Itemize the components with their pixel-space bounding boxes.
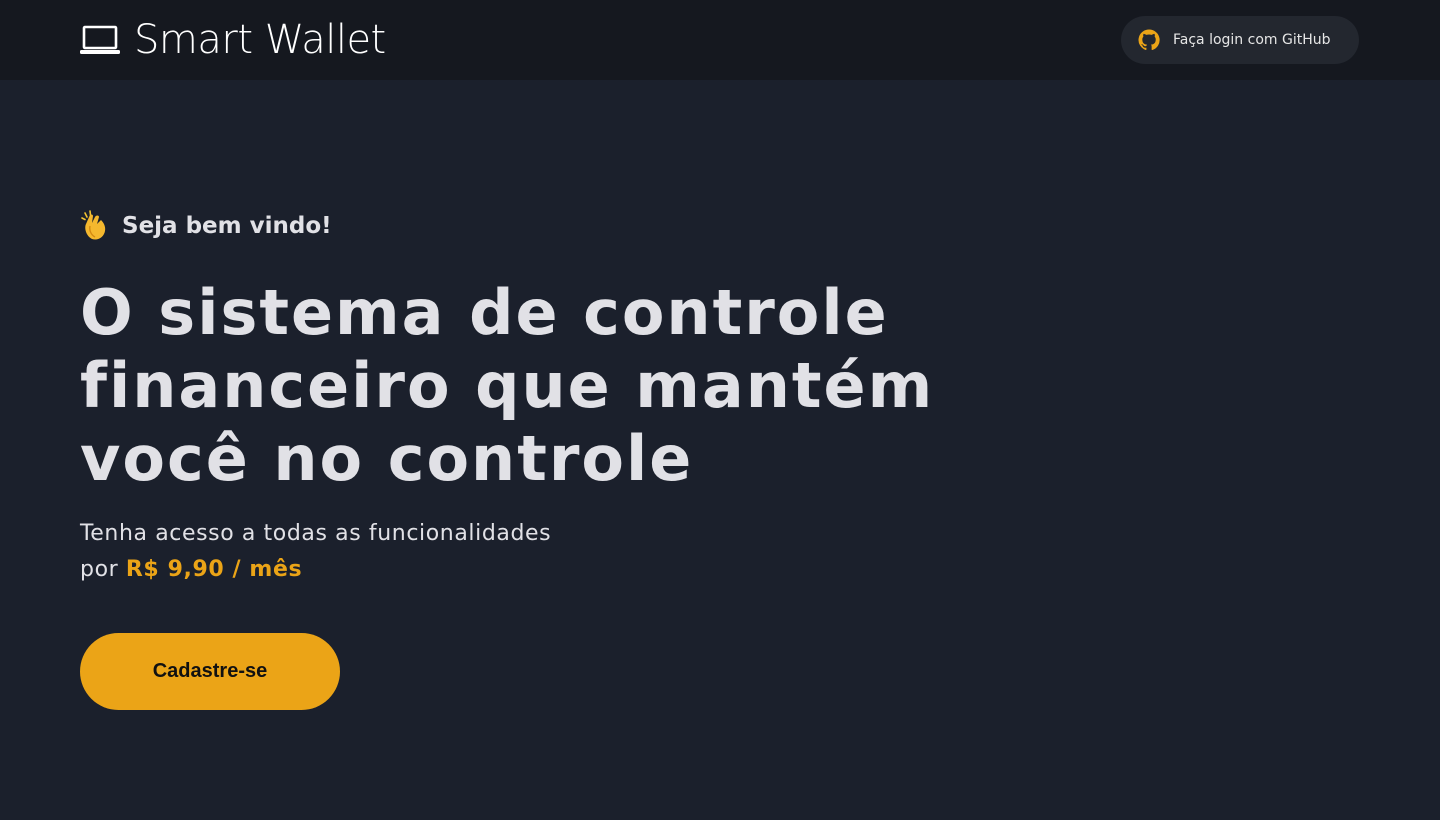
hero-subtitle: Tenha acesso a todas as funcionalidades … <box>80 516 780 588</box>
subtitle-line-1: Tenha acesso a todas as funcionalidades <box>80 521 552 546</box>
welcome-line: Seja bem vindo! <box>80 206 332 246</box>
github-login-button[interactable]: Faça login com GitHub <box>1121 16 1359 64</box>
clapping-hands-icon <box>80 210 108 242</box>
subtitle-line-2: por R$ 9,90 / mês <box>80 552 780 588</box>
github-icon <box>1137 28 1161 52</box>
github-login-label: Faça login com GitHub <box>1173 32 1331 48</box>
hero-headline: O sistema de controle financeiro que man… <box>80 276 935 495</box>
brand-logo[interactable]: Smart Wallet <box>80 16 386 64</box>
laptop-icon <box>80 23 120 57</box>
brand-name: Smart Wallet <box>134 17 386 63</box>
price-text: R$ 9,90 / mês <box>125 557 303 582</box>
top-header: Smart Wallet Faça login com GitHub <box>0 0 1440 80</box>
welcome-text: Seja bem vindo! <box>122 213 332 239</box>
signup-button[interactable]: Cadastre-se <box>80 633 340 710</box>
subtitle-prefix: por <box>80 557 119 582</box>
